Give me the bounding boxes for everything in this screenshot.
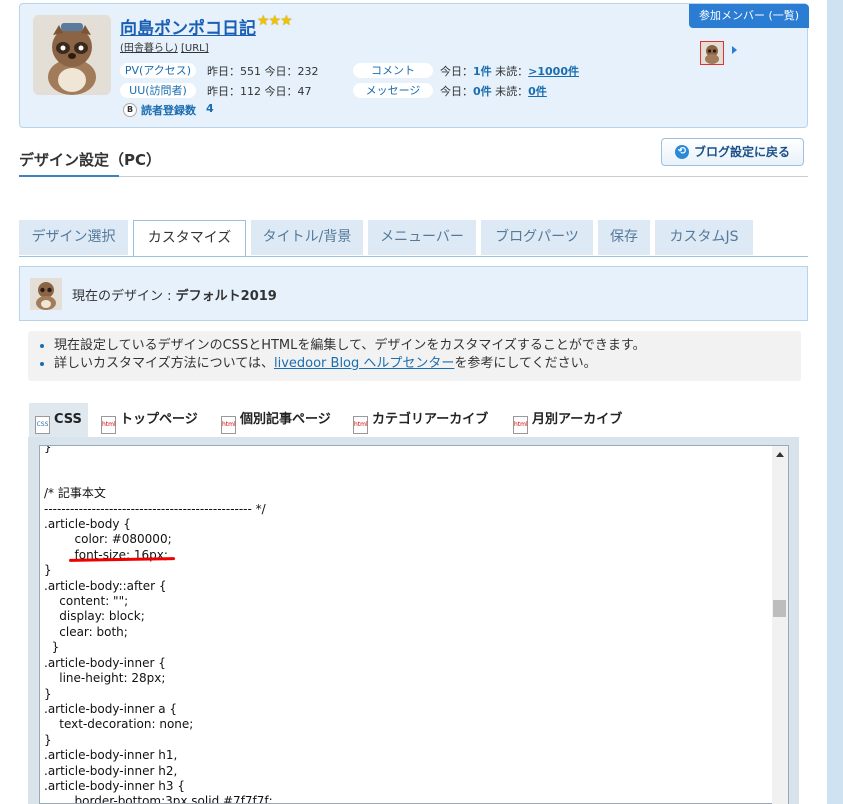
member-next-arrow-icon[interactable] [732,46,737,54]
pv-label: PV(アクセス) [120,63,196,78]
message-label: メッセージ [353,83,433,98]
owner-url-link[interactable]: [URL] [181,43,209,54]
tab-customize[interactable]: カスタマイズ [133,220,246,257]
owner-info: (田舎暮らし) [URL] [120,39,209,54]
tanuki-avatar-icon [33,15,111,95]
refresh-icon: ⟲ [675,145,689,159]
file-tab-css[interactable]: CSS CSS [29,403,88,437]
back-to-settings-button[interactable]: ⟲ ブログ設定に戻る [661,138,804,166]
tab-custom-js[interactable]: カスタムJS [655,220,753,255]
current-design-panel: 現在のデザイン : デフォルト2019 [19,266,808,321]
css-code-editor[interactable]: } /* 記事本文 ------------------------------… [39,445,789,804]
comment-values: 今日：1件 未読：>1000件 [440,65,579,78]
owner-name-link[interactable]: (田舎暮らし) [120,43,178,54]
message-values: 今日：0件 未読：0件 [440,85,547,98]
editor-scrollbar[interactable] [772,446,788,804]
section-divider-accent [19,175,119,177]
scrollbar-thumb[interactable] [773,600,786,617]
design-tanuki-icon [30,278,62,310]
file-tab-article-page[interactable]: html 個別記事ページ [221,403,331,437]
info-item: 現在設定しているデザインのCSSとHTMLを編集して、デザインをカスタマイズする… [54,337,801,355]
html-file-icon: html [221,416,236,434]
html-file-icon: html [513,416,528,434]
tabs-underline [19,256,808,257]
help-center-link[interactable]: livedoor Blog ヘルプセンター [274,356,454,371]
css-file-icon: CSS [35,416,50,434]
info-item: 詳しいカスタマイズ方法については、livedoor Blog ヘルプセンターを参… [54,355,801,373]
current-design-label: 現在のデザイン : [72,289,176,304]
design-tabs: デザイン選択 カスタマイズ タイトル/背景 メニューバー ブログパーツ 保存 カ… [19,220,808,257]
member-tanuki-icon [701,42,723,64]
file-tab-monthly-archive[interactable]: html 月別アーカイブ [513,403,622,437]
current-design-name: デフォルト2019 [175,289,277,304]
profile-header: 向島ポンポコ日記 ★★★ (田舎暮らし) [URL] PV(アクセス) 昨日：5… [19,3,809,128]
blog-avatar[interactable] [33,15,111,95]
message-today-count: 0件 [473,85,492,98]
current-design-text: 現在のデザイン : デフォルト2019 [72,285,277,304]
pv-values: 昨日：551 今日：232 [207,65,319,78]
uu-values: 昨日：112 今日：47 [207,85,312,98]
back-button-label: ブログ設定に戻る [694,145,791,159]
reader-label: 読者登録数 [141,104,196,117]
blog-title-link[interactable]: 向島ポンポコ日記 [120,14,256,39]
reader-badge-icon: B [123,103,137,117]
file-tab-top-page[interactable]: html トップページ [101,403,198,437]
member-list-button[interactable]: 参加メンバー (一覧) [689,4,809,28]
tab-blog-parts[interactable]: ブログパーツ [481,220,593,255]
tab-design-select[interactable]: デザイン選択 [19,220,128,255]
current-design-thumbnail [30,278,62,310]
page-title: デザイン設定（PC） [19,151,162,169]
section-divider [19,176,808,177]
info-box: 現在設定しているデザインのCSSとHTMLを編集して、デザインをカスタマイズする… [28,331,801,381]
css-code-text[interactable]: } /* 記事本文 ------------------------------… [44,446,273,803]
rating-stars-icon: ★★★ [257,13,293,29]
comment-unread-link[interactable]: >1000件 [528,65,579,78]
comment-today-count: 1件 [473,65,492,78]
file-tab-category-archive[interactable]: html カテゴリアーカイブ [353,403,488,437]
message-unread-link[interactable]: 0件 [528,85,547,98]
comment-label: コメント [353,63,433,78]
html-file-icon: html [101,416,116,434]
reader-count: 4 [206,102,214,115]
member-avatar[interactable] [700,41,724,65]
tab-menubar[interactable]: メニューバー [368,220,476,255]
tab-save[interactable]: 保存 [598,220,650,255]
uu-label: UU(訪問者) [120,83,196,98]
html-file-icon: html [353,416,368,434]
tab-title-background[interactable]: タイトル/背景 [251,220,363,255]
page-right-edge [827,0,843,804]
scroll-up-arrow-icon[interactable] [776,452,784,457]
